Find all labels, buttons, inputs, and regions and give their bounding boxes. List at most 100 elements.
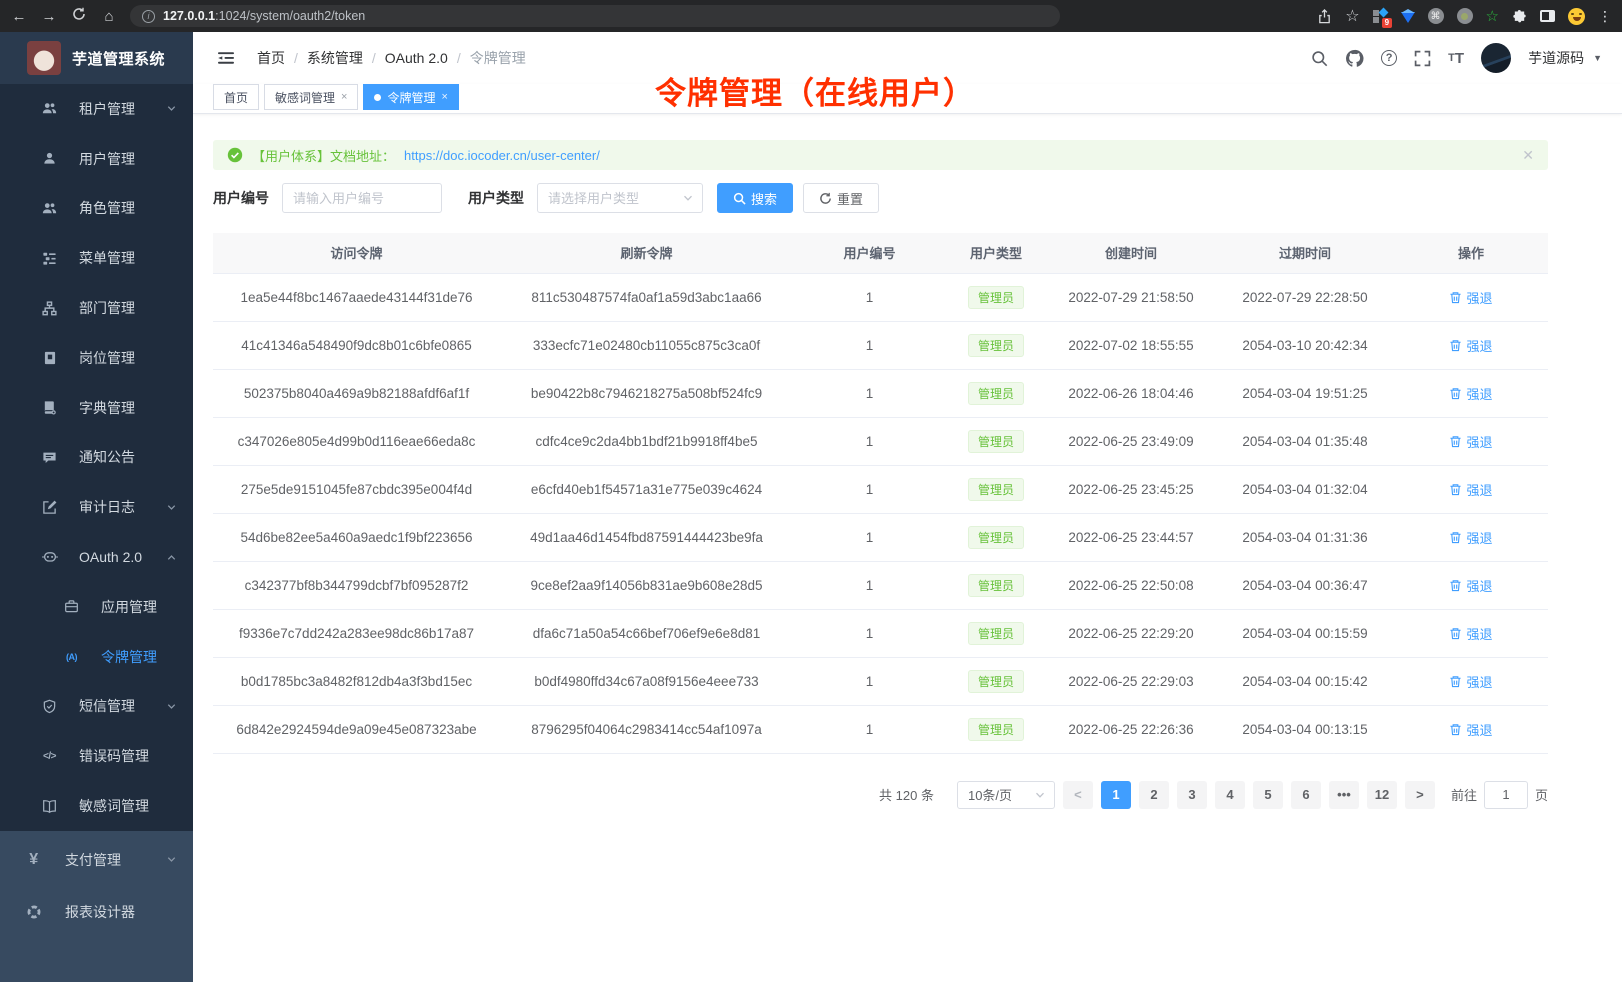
trash-icon xyxy=(1449,387,1462,400)
total-count: 共 120 条 xyxy=(879,785,934,804)
user-type-label: 用户类型 xyxy=(468,188,524,208)
logo-bar: 芋道管理系统 xyxy=(0,32,193,84)
doc-link[interactable]: https://doc.iocoder.cn/user-center/ xyxy=(404,148,600,163)
access-token-cell: 54d6be82ee5a460a9aedc1f9bf223656 xyxy=(213,513,500,561)
breadcrumb-item[interactable]: OAuth 2.0 xyxy=(385,50,448,66)
bookmark-star-icon[interactable]: ☆ xyxy=(1345,6,1359,26)
avatar[interactable] xyxy=(1481,43,1511,73)
operation-cell: 强退 xyxy=(1394,369,1548,417)
tab-sensitive[interactable]: 敏感词管理× xyxy=(264,84,358,110)
page-button-1[interactable]: 1 xyxy=(1101,781,1131,809)
sidebar-item-app[interactable]: 应用管理 xyxy=(0,582,193,632)
force-logout-button[interactable]: 强退 xyxy=(1449,576,1492,595)
sidebar-item-label: 审计日志 xyxy=(79,497,135,517)
force-logout-button[interactable]: 强退 xyxy=(1449,384,1492,403)
gem-extension-icon[interactable] xyxy=(1401,9,1415,23)
sidebar-item-dict[interactable]: 字典管理 xyxy=(0,383,193,433)
open-book-icon xyxy=(40,799,59,814)
sidebar-item-tenant[interactable]: 租户管理 xyxy=(0,84,193,134)
star-extension-icon[interactable]: ☆ xyxy=(1486,7,1499,25)
sidebar-menu: 租户管理用户管理角色管理菜单管理部门管理岗位管理字典管理通知公告审计日志 OAut… xyxy=(0,84,193,831)
chevron-down-icon[interactable]: ▼ xyxy=(1593,53,1602,63)
sidebar-item-errcode[interactable]: </>错误码管理 xyxy=(0,731,193,781)
force-logout-button[interactable]: 强退 xyxy=(1449,432,1492,451)
page-button-6[interactable]: 6 xyxy=(1291,781,1321,809)
site-info-icon[interactable]: i xyxy=(142,10,155,23)
created-time-cell: 2022-06-25 23:49:09 xyxy=(1046,417,1216,465)
force-logout-button[interactable]: 强退 xyxy=(1449,480,1492,499)
page-button-4[interactable]: 4 xyxy=(1215,781,1245,809)
share-icon[interactable] xyxy=(1317,9,1332,24)
sidebar-item-sensitive[interactable]: 敏感词管理 xyxy=(0,781,193,831)
github-icon[interactable] xyxy=(1345,49,1364,68)
force-logout-button[interactable]: 强退 xyxy=(1449,528,1492,547)
profile-emoji-icon[interactable] xyxy=(1568,8,1585,25)
extension-grid-icon[interactable]: 9 xyxy=(1373,9,1388,24)
access-token-cell: b0d1785bc3a8482f812db4a3f3bd15ec xyxy=(213,657,500,705)
breadcrumb-item[interactable]: 系统管理 xyxy=(307,48,363,68)
app-logo xyxy=(27,41,61,75)
page-size-select[interactable] xyxy=(957,781,1055,809)
page-size-value[interactable] xyxy=(957,781,1055,809)
sidebar-item-sms[interactable]: 短信管理 xyxy=(0,682,193,732)
browser-home-icon[interactable]: ⌂ xyxy=(100,8,118,25)
tab-home[interactable]: 首页 xyxy=(213,84,259,110)
page-button-3[interactable]: 3 xyxy=(1177,781,1207,809)
user-id-cell: 1 xyxy=(793,609,946,657)
tab-close-icon[interactable]: × xyxy=(341,91,347,103)
user-type-select[interactable] xyxy=(537,183,703,213)
sidebar-item-token[interactable]: (A)令牌管理 xyxy=(0,632,193,682)
tab-token[interactable]: 令牌管理× xyxy=(363,84,458,110)
force-logout-button[interactable]: 强退 xyxy=(1449,672,1492,691)
browser-forward-icon[interactable]: → xyxy=(40,8,58,25)
force-logout-button[interactable]: 强退 xyxy=(1449,624,1492,643)
column-header: 操作 xyxy=(1394,233,1548,273)
badge-icon xyxy=(40,351,59,365)
search-button[interactable]: 搜索 xyxy=(717,183,793,213)
table-row: 6d842e2924594de9a09e45e087323abe8796295f… xyxy=(213,705,1548,753)
page-button-2[interactable]: 2 xyxy=(1139,781,1169,809)
force-logout-button[interactable]: 强退 xyxy=(1449,288,1492,307)
alert-close-icon[interactable]: ✕ xyxy=(1522,147,1534,164)
sidebar-item-notice[interactable]: 通知公告 xyxy=(0,433,193,483)
user-type-cell: 管理员 xyxy=(946,465,1046,513)
help-icon[interactable]: ? xyxy=(1381,50,1397,66)
dot-extension-icon[interactable] xyxy=(1457,8,1473,24)
puzzle-extensions-icon[interactable] xyxy=(1512,9,1527,24)
force-logout-button[interactable]: 强退 xyxy=(1449,336,1492,355)
tab-close-icon[interactable]: × xyxy=(441,91,447,103)
sidebar-item-report[interactable]: 报表设计器 xyxy=(0,886,193,938)
sidebar-item-audit[interactable]: 审计日志 xyxy=(0,482,193,532)
user-id-input[interactable] xyxy=(282,183,442,213)
user-name[interactable]: 芋道源码 xyxy=(1528,48,1584,68)
page-button-5[interactable]: 5 xyxy=(1253,781,1283,809)
goto-page-input[interactable] xyxy=(1484,781,1528,809)
address-bar[interactable]: i 127.0.0.1:1024/system/oauth2/token xyxy=(130,5,1060,27)
command-extension-icon[interactable]: ⌘ xyxy=(1428,8,1444,24)
sidebar-item-pay[interactable]: ¥支付管理 xyxy=(0,834,193,886)
sidebar-item-role[interactable]: 角色管理 xyxy=(0,184,193,234)
user-type-input[interactable] xyxy=(537,183,703,213)
sidebar-item-oauth[interactable]: OAuth 2.0 xyxy=(0,532,193,582)
side-panel-icon[interactable] xyxy=(1540,10,1555,22)
reset-button[interactable]: 重置 xyxy=(803,183,879,213)
browser-menu-icon[interactable]: ⋮ xyxy=(1598,8,1612,25)
font-size-icon[interactable]: TT xyxy=(1448,50,1464,67)
prev-page-button[interactable]: < xyxy=(1063,781,1093,809)
table-body: 1ea5e44f8bc1467aaede43144f31de76811c5304… xyxy=(213,273,1548,753)
sidebar-item-dept[interactable]: 部门管理 xyxy=(0,283,193,333)
browser-back-icon[interactable]: ← xyxy=(10,8,28,25)
breadcrumb-item[interactable]: 首页 xyxy=(257,48,285,68)
sidebar-item-user[interactable]: 用户管理 xyxy=(0,134,193,184)
operation-cell: 强退 xyxy=(1394,705,1548,753)
search-icon[interactable] xyxy=(1311,50,1328,67)
next-page-button[interactable]: > xyxy=(1405,781,1435,809)
force-logout-button[interactable]: 强退 xyxy=(1449,720,1492,739)
browser-reload-icon[interactable] xyxy=(70,7,88,25)
page-button-12[interactable]: 12 xyxy=(1367,781,1397,809)
sidebar-collapse-icon[interactable] xyxy=(217,50,235,66)
sidebar-item-post[interactable]: 岗位管理 xyxy=(0,333,193,383)
sidebar-item-menu[interactable]: 菜单管理 xyxy=(0,233,193,283)
fullscreen-icon[interactable] xyxy=(1414,50,1431,67)
page-ellipsis[interactable]: ••• xyxy=(1329,781,1359,809)
